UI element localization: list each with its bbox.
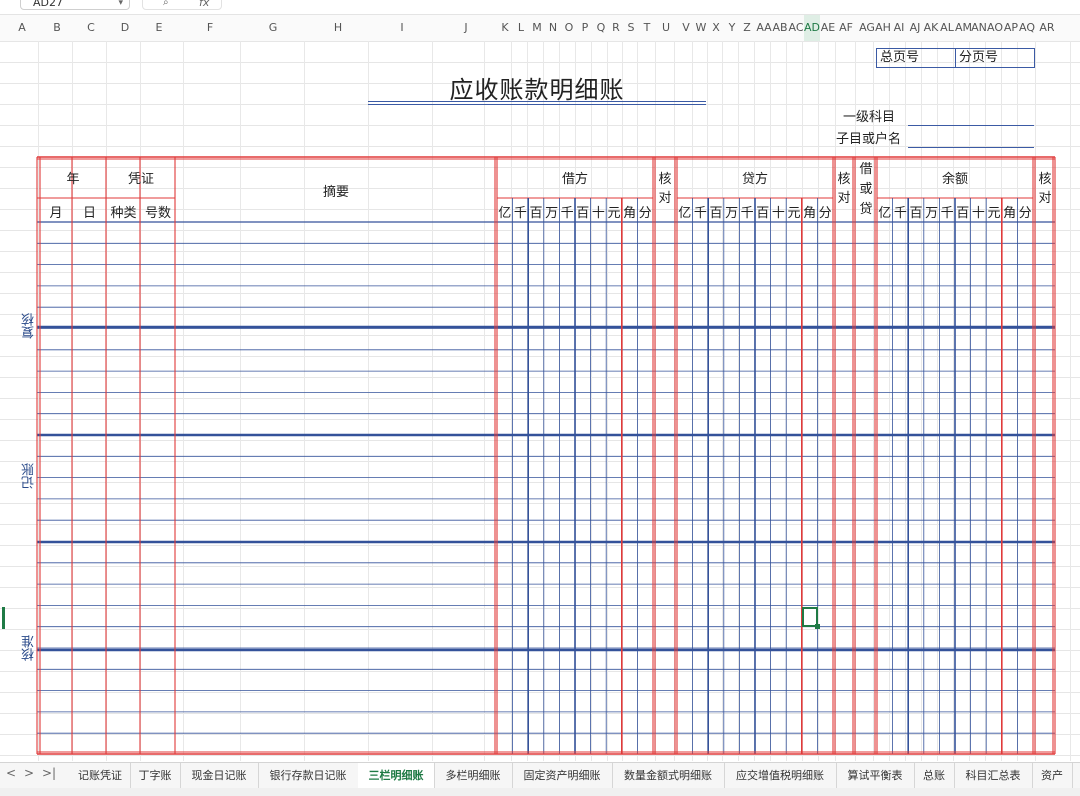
selected-cell[interactable] [802,607,820,629]
digit-header-0-3: 万 [545,206,559,221]
digit-header-1-5: 百 [756,206,770,221]
header-day: 日 [82,206,96,221]
sheet-tab[interactable]: 科目汇总表 [954,763,1033,788]
digit-header-0-8: 角 [623,206,637,221]
digit-header-0-4: 千 [560,206,574,221]
active-row-marker [2,607,5,629]
sheet-tab[interactable]: 总账 [914,763,955,788]
digit-header-1-1: 千 [693,206,707,221]
digit-header-1-2: 百 [709,206,723,221]
digit-header-0-7: 元 [607,206,621,221]
header-month: 月 [49,206,63,221]
sheet-tab[interactable]: 银行存款日记账 [258,763,359,788]
digit-header-1-8: 角 [803,206,817,221]
header-year: 年 [66,172,80,187]
header-balance: 余额 [941,172,968,187]
ledger-table[interactable] [0,0,1080,796]
sheet-tab[interactable]: 多栏明细账 [434,763,513,788]
digit-header-1-0: 亿 [678,206,692,221]
digit-header-1-9: 分 [818,206,832,221]
header-number: 号数 [144,206,171,221]
digit-header-1-4: 千 [740,206,754,221]
digit-header-0-6: 十 [591,206,605,221]
sheet-tab[interactable]: 数量金额式明细账 [612,763,725,788]
sheet-tab[interactable]: 现金日记账 [180,763,259,788]
side-label-review: 复核 [22,313,37,339]
digit-header-2-2: 百 [909,206,923,221]
status-bar [0,788,1080,796]
header-debit: 借方 [561,172,588,187]
digit-header-2-5: 百 [956,206,970,221]
digit-header-1-6: 十 [771,206,785,221]
sheet-tab[interactable]: 三栏明细账 [358,763,435,790]
digit-header-2-1: 千 [893,206,907,221]
nav-prev-icon[interactable]: < [6,766,16,780]
header-kind: 种类 [110,206,137,221]
header-check-debit: 核对 [658,172,672,206]
header-summary: 摘要 [322,185,349,200]
digit-header-2-9: 分 [1018,206,1032,221]
digit-header-2-4: 千 [940,206,954,221]
header-check-credit: 核对 [837,172,851,206]
sheet-tab[interactable]: 资产 [1032,763,1073,788]
header-voucher: 凭证 [127,172,154,187]
digit-header-2-3: 万 [925,206,939,221]
sheet-tab[interactable]: 固定资产明细账 [512,763,613,788]
digit-header-0-1: 千 [513,206,527,221]
side-label-approve: 核准 [22,635,37,661]
digit-header-2-6: 十 [971,206,985,221]
digit-header-0-5: 百 [576,206,590,221]
digit-header-1-7: 元 [787,206,801,221]
header-check-balance: 核对 [1038,172,1052,206]
sheet-tab[interactable]: 记账凭证 [70,763,131,788]
header-debit-or-credit: 借或贷 [859,162,873,217]
sheet-tab[interactable]: 应交增值税明细账 [724,763,837,788]
nav-next-icon[interactable]: > [24,766,34,780]
sheet-tab[interactable]: 丁字账 [130,763,181,788]
digit-header-0-9: 分 [638,206,652,221]
digit-header-2-0: 亿 [878,206,892,221]
digit-header-0-2: 百 [529,206,543,221]
side-label-post: 记账 [22,463,37,489]
header-credit: 贷方 [741,172,768,187]
nav-last-icon[interactable]: >| [42,766,56,780]
digit-header-1-3: 万 [725,206,739,221]
sheet-tab[interactable]: 算试平衡表 [836,763,915,788]
digit-header-0-0: 亿 [498,206,512,221]
sheet-tab-bar: < > >| 记账凭证 丁字账 现金日记账 银行存款日记账 三栏明细账 多栏明细账 固定资产明细… [0,762,1080,790]
digit-header-2-8: 角 [1003,206,1017,221]
digit-header-2-7: 元 [987,206,1001,221]
